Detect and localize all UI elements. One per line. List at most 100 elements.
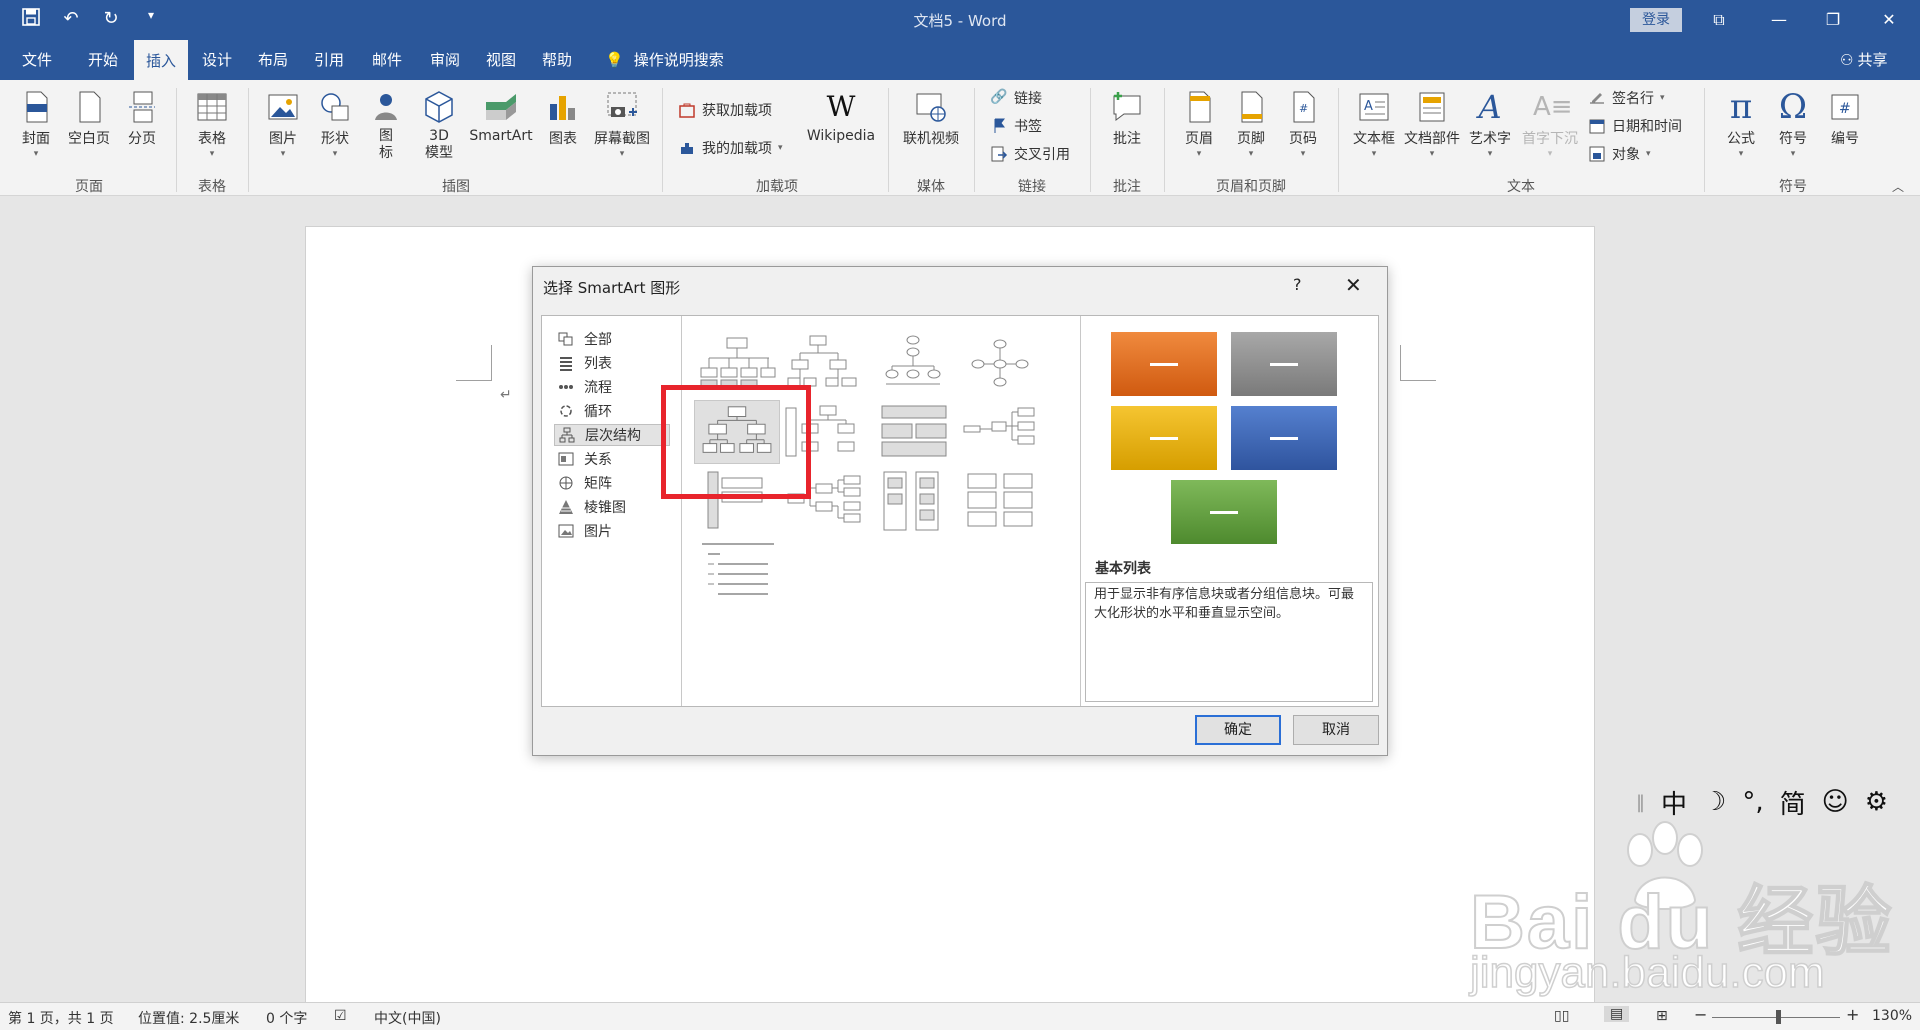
my-addins-button[interactable]: 我的加载项 ▾ — [678, 138, 783, 158]
signature-line-button[interactable]: 签名行 ▾ — [1588, 88, 1665, 108]
category-all[interactable]: 全部 — [554, 328, 670, 350]
online-video-button[interactable]: 联机视频 — [896, 90, 966, 148]
layout-thumbnail[interactable] — [958, 470, 1044, 534]
blank-page-button[interactable]: 空白页 — [62, 90, 116, 148]
help-icon[interactable]: ? — [1293, 275, 1302, 294]
layout-thumbnail[interactable] — [958, 400, 1044, 464]
cancel-button[interactable]: 取消 — [1293, 715, 1379, 745]
text-box-button[interactable]: A 文本框 ▾ — [1348, 90, 1400, 159]
tab-file[interactable]: 文件 — [10, 40, 64, 80]
ime-emoji-icon[interactable]: ☺ — [1822, 787, 1849, 817]
login-button[interactable]: 登录 — [1630, 8, 1682, 32]
restore-icon[interactable]: ❐ — [1810, 6, 1856, 34]
group-separator — [176, 88, 177, 192]
category-matrix[interactable]: 矩阵 — [554, 472, 670, 494]
wikipedia-button[interactable]: W Wikipedia — [800, 90, 882, 144]
ime-punctuation[interactable]: °, — [1742, 787, 1763, 817]
minimize-icon[interactable]: — — [1756, 6, 1802, 34]
picture-icon — [558, 524, 574, 538]
tab-references[interactable]: 引用 — [306, 40, 352, 80]
zoom-out-icon[interactable]: − — [1694, 1005, 1707, 1024]
3d-models-button[interactable]: 3D 模型 — [416, 90, 462, 162]
tab-home[interactable]: 开始 — [74, 40, 132, 80]
layout-thumbnail[interactable] — [694, 540, 780, 604]
tab-review[interactable]: 审阅 — [422, 40, 468, 80]
layout-thumbnail[interactable] — [870, 400, 956, 464]
title-bar: ↶ ↻ ▾ 文档5 - Word 登录 ⧉ — ❐ ✕ — [0, 0, 1920, 40]
ime-moon-icon[interactable]: ☽ — [1703, 787, 1726, 817]
pictures-button[interactable]: 图片 ▾ — [258, 90, 308, 159]
cover-page-button[interactable]: 封面 ▾ — [14, 90, 58, 159]
tab-view[interactable]: 视图 — [478, 40, 524, 80]
smartart-icon — [486, 94, 516, 120]
footer-button[interactable]: 页脚 ▾ — [1228, 90, 1274, 159]
screenshot-button[interactable]: 屏幕截图 ▾ — [590, 90, 654, 159]
comment-button[interactable]: 批注 — [1100, 90, 1154, 148]
group-separator — [1338, 88, 1339, 192]
margin-mark-right — [1400, 345, 1436, 381]
zoom-in-icon[interactable]: + — [1846, 1005, 1859, 1024]
category-hierarchy[interactable]: 层次结构 — [554, 424, 670, 446]
drop-cap-button[interactable]: A≡ 首字下沉 ▾ — [1518, 90, 1582, 159]
layout-thumbnail[interactable] — [958, 330, 1044, 394]
list-icon — [560, 357, 572, 371]
ime-simplified[interactable]: 简 — [1780, 784, 1806, 821]
wordart-button[interactable]: A 艺术字 ▾ — [1462, 90, 1518, 159]
tab-insert[interactable]: 插入 — [134, 40, 188, 80]
table-button[interactable]: 表格 ▾ — [188, 90, 236, 159]
tell-me-search[interactable]: 💡 操作说明搜索 — [605, 40, 724, 80]
layout-thumbnail[interactable] — [870, 330, 956, 394]
category-list-item[interactable]: 列表 — [554, 352, 670, 374]
ok-button[interactable]: 确定 — [1195, 715, 1281, 745]
preview-shape — [1231, 332, 1337, 396]
tab-layout[interactable]: 布局 — [250, 40, 296, 80]
category-picture[interactable]: 图片 — [554, 520, 670, 542]
language[interactable]: 中文(中国) — [374, 1008, 441, 1028]
close-window-icon[interactable]: ✕ — [1866, 6, 1912, 34]
number-button[interactable]: # 编号 — [1820, 90, 1870, 148]
header-button[interactable]: 页眉 ▾ — [1176, 90, 1222, 159]
smartart-button[interactable]: SmartArt — [464, 90, 538, 144]
quick-parts-button[interactable]: 文档部件 ▾ — [1402, 90, 1462, 159]
object-button[interactable]: 对象 ▾ — [1588, 144, 1651, 164]
ime-settings-icon[interactable]: ⚙ — [1865, 787, 1888, 817]
get-addins-button[interactable]: 获取加载项 — [678, 100, 772, 120]
equation-button[interactable]: π 公式 ▾ — [1716, 90, 1766, 159]
screenshot-icon — [607, 92, 637, 117]
icons-button[interactable]: 图 标 — [366, 90, 406, 162]
category-pyramid[interactable]: 棱锥图 — [554, 496, 670, 518]
proofing-icon[interactable]: ☑ — [334, 1008, 347, 1024]
shapes-button[interactable]: 形状 ▾ — [312, 90, 358, 159]
layout-thumbnail[interactable] — [870, 470, 956, 534]
person-icon: ⚇ — [1840, 51, 1854, 69]
word-count[interactable]: 0 个字 — [266, 1008, 307, 1028]
chart-button[interactable]: 图表 — [542, 90, 584, 148]
cover-page-icon — [26, 91, 48, 123]
zoom-slider-thumb[interactable] — [1776, 1010, 1781, 1024]
page-break-button[interactable]: 分页 — [120, 90, 164, 148]
collapse-ribbon-icon[interactable]: ︿ — [1892, 178, 1904, 195]
category-relationship[interactable]: 关系 — [554, 448, 670, 470]
ime-handle[interactable]: ‖ — [1636, 792, 1645, 813]
zoom-level[interactable]: 130% — [1872, 1008, 1912, 1024]
close-icon[interactable]: ✕ — [1345, 273, 1362, 297]
ribbon-display-icon[interactable]: ⧉ — [1696, 6, 1742, 34]
date-time-button[interactable]: 日期和时间 — [1588, 116, 1682, 136]
tab-help[interactable]: 帮助 — [534, 40, 580, 80]
tab-design[interactable]: 设计 — [194, 40, 240, 80]
vertical-position[interactable]: 位置值: 2.5厘米 — [138, 1008, 239, 1028]
page-number-button[interactable]: # 页码 ▾ — [1280, 90, 1326, 159]
print-layout-icon[interactable]: ▤ — [1604, 1006, 1630, 1022]
cross-reference-button[interactable]: 交叉引用 — [990, 144, 1070, 164]
share-button[interactable]: ⚇ 共享 — [1840, 40, 1887, 80]
link-button[interactable]: 🔗 链接 — [990, 88, 1042, 108]
tab-mailings[interactable]: 邮件 — [364, 40, 410, 80]
page-count[interactable]: 第 1 页，共 1 页 — [8, 1008, 114, 1028]
web-layout-icon[interactable]: ⊞ — [1656, 1008, 1668, 1024]
symbol-button[interactable]: Ω 符号 ▾ — [1768, 90, 1818, 159]
category-process[interactable]: 流程 — [554, 376, 670, 398]
category-cycle[interactable]: 循环 — [554, 400, 670, 422]
ime-chinese-mode[interactable]: 中 — [1661, 784, 1687, 821]
read-mode-icon[interactable]: ▯▯ — [1554, 1008, 1569, 1024]
bookmark-button[interactable]: 书签 — [990, 116, 1042, 136]
